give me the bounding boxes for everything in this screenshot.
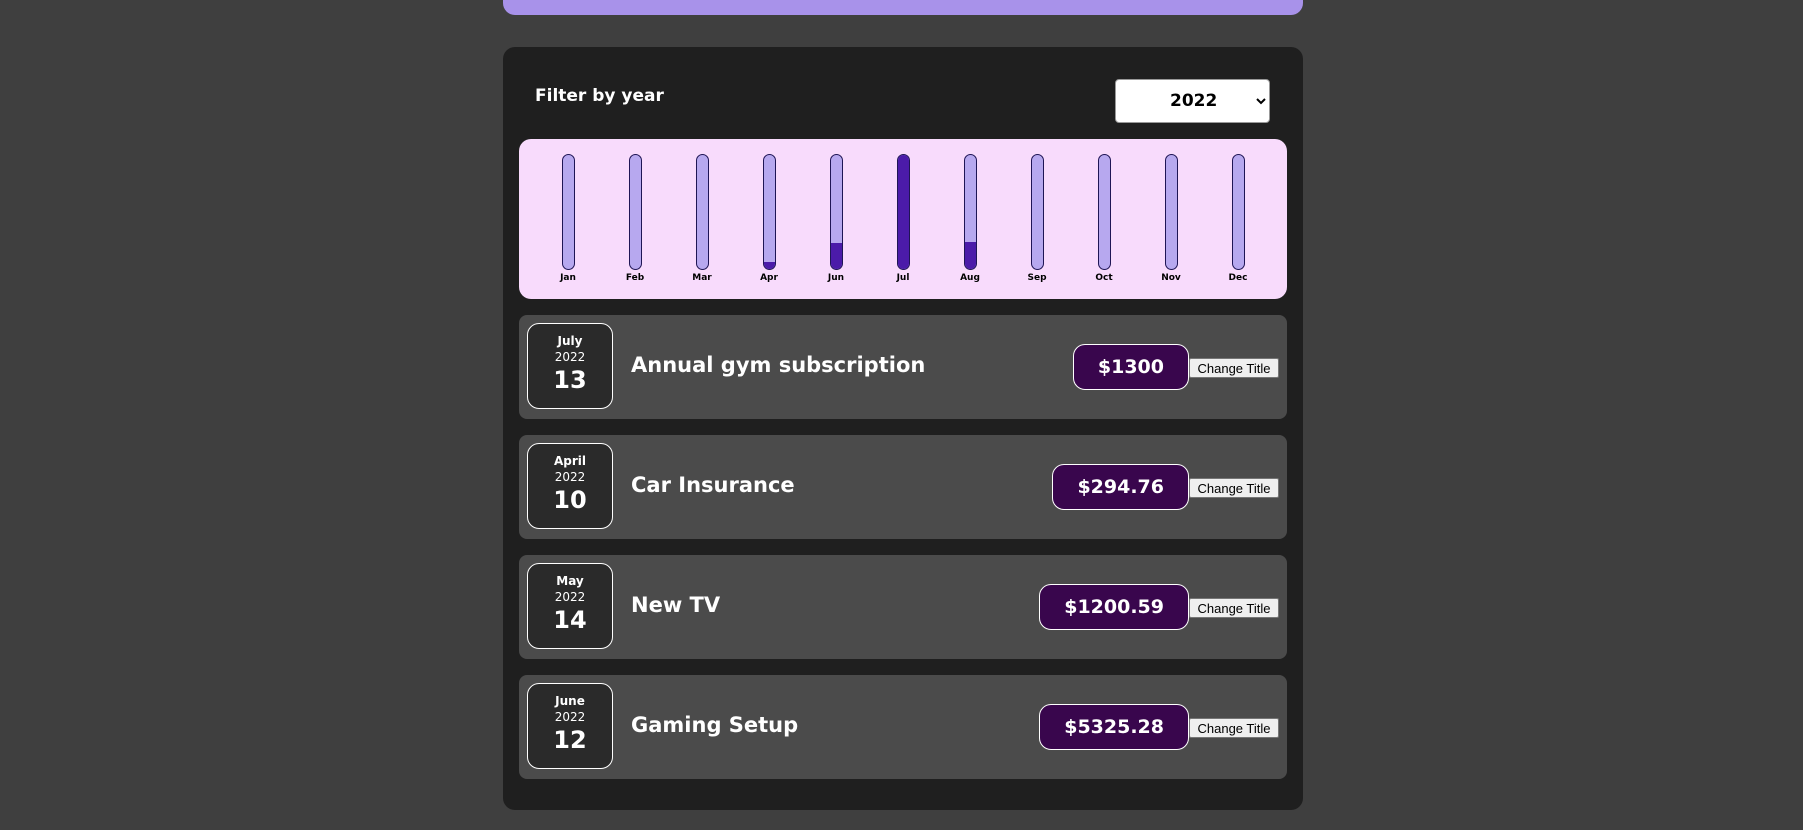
chart-bar-apr: Apr xyxy=(759,154,779,283)
chart-bar-dec: Dec xyxy=(1228,154,1248,283)
chart-bar-label: Oct xyxy=(1095,273,1113,283)
expense-item: July 2022 13 Annual gym subscription $13… xyxy=(519,315,1287,419)
expense-price: $1300 xyxy=(1072,344,1189,390)
expense-title: Annual gym subscription xyxy=(631,353,926,377)
chart-bar-track xyxy=(1231,154,1245,270)
chart-bar-fill xyxy=(830,242,842,269)
expense-date: June 2022 12 xyxy=(527,683,613,769)
expense-item: May 2022 14 New TV $1200.59 Change Title xyxy=(519,555,1287,659)
expense-month: May xyxy=(556,574,584,588)
expense-day: 10 xyxy=(553,486,587,514)
chart-bar-track xyxy=(695,154,709,270)
expense-date: July 2022 13 xyxy=(527,323,613,409)
expense-title: Gaming Setup xyxy=(631,713,799,737)
chart-bar-fill xyxy=(763,262,775,269)
change-title-button[interactable]: Change Title xyxy=(1189,718,1279,738)
chart-bar-jan: Jan xyxy=(558,154,578,283)
chart-bar-aug: Aug xyxy=(960,154,980,283)
expenses-panel: Filter by year 2022 Jan Feb Mar Apr Jun Jul Au… xyxy=(503,47,1303,810)
chart-bar-label: Dec xyxy=(1228,273,1248,283)
chart-bar-label: Aug xyxy=(960,273,980,283)
expense-title: Car Insurance xyxy=(631,473,795,497)
change-title-button[interactable]: Change Title xyxy=(1189,598,1279,618)
chart-bar-track xyxy=(896,154,910,270)
chart-bar-label: Jun xyxy=(827,273,845,283)
chart-bar-label: Apr xyxy=(760,273,778,283)
expense-year: 2022 xyxy=(554,470,586,484)
chart-bar-nov: Nov xyxy=(1161,154,1181,283)
chart-bar-sep: Sep xyxy=(1027,154,1047,283)
chart-bar-label: Jul xyxy=(896,273,910,283)
chart-bar-label: Jan xyxy=(560,273,576,283)
chart-bar-track xyxy=(762,154,776,270)
chart-bar-mar: Mar xyxy=(692,154,712,283)
chart-bar-track xyxy=(829,154,843,270)
expense-day: 14 xyxy=(553,606,587,634)
chart-bar-label: Mar xyxy=(692,273,712,283)
expense-year: 2022 xyxy=(554,590,586,604)
change-title-button[interactable]: Change Title xyxy=(1189,478,1279,498)
chart-bar-track xyxy=(1097,154,1111,270)
chart-bar-fill xyxy=(964,241,976,269)
chart-bar-jul: Jul xyxy=(893,154,913,283)
chart-bar-label: Sep xyxy=(1027,273,1047,283)
change-title-button[interactable]: Change Title xyxy=(1189,358,1279,378)
expense-item: April 2022 10 Car Insurance $294.76 Chan… xyxy=(519,435,1287,539)
expense-title: New TV xyxy=(631,593,721,617)
top-banner xyxy=(503,0,1303,15)
expense-price: $5325.28 xyxy=(1039,704,1189,750)
expense-year: 2022 xyxy=(554,350,586,364)
expense-date: April 2022 10 xyxy=(527,443,613,529)
expense-day: 13 xyxy=(553,366,587,394)
expense-date: May 2022 14 xyxy=(527,563,613,649)
expense-month: April xyxy=(553,454,587,468)
monthly-chart: Jan Feb Mar Apr Jun Jul Aug Sep Oct Nov Dec xyxy=(519,139,1287,299)
chart-bar-track xyxy=(1030,154,1044,270)
chart-bar-track xyxy=(628,154,642,270)
chart-bar-label: Feb xyxy=(625,273,645,283)
expense-month: June xyxy=(555,694,585,708)
chart-bar-feb: Feb xyxy=(625,154,645,283)
chart-bar-track xyxy=(963,154,977,270)
chart-bar-track xyxy=(1164,154,1178,270)
chart-bar-label: Nov xyxy=(1161,273,1181,283)
chart-bar-jun: Jun xyxy=(826,154,846,283)
chart-bar-fill xyxy=(897,155,909,269)
expense-item: June 2022 12 Gaming Setup $5325.28 Chang… xyxy=(519,675,1287,779)
chart-bar-oct: Oct xyxy=(1094,154,1114,283)
expense-price: $294.76 xyxy=(1052,464,1189,510)
expense-price: $1200.59 xyxy=(1039,584,1189,630)
expense-month: July xyxy=(557,334,583,348)
expense-day: 12 xyxy=(553,726,587,754)
expense-year: 2022 xyxy=(554,710,586,724)
year-filter-select[interactable]: 2022 xyxy=(1115,79,1270,123)
chart-bar-track xyxy=(561,154,575,270)
filter-label: Filter by year xyxy=(535,86,664,106)
